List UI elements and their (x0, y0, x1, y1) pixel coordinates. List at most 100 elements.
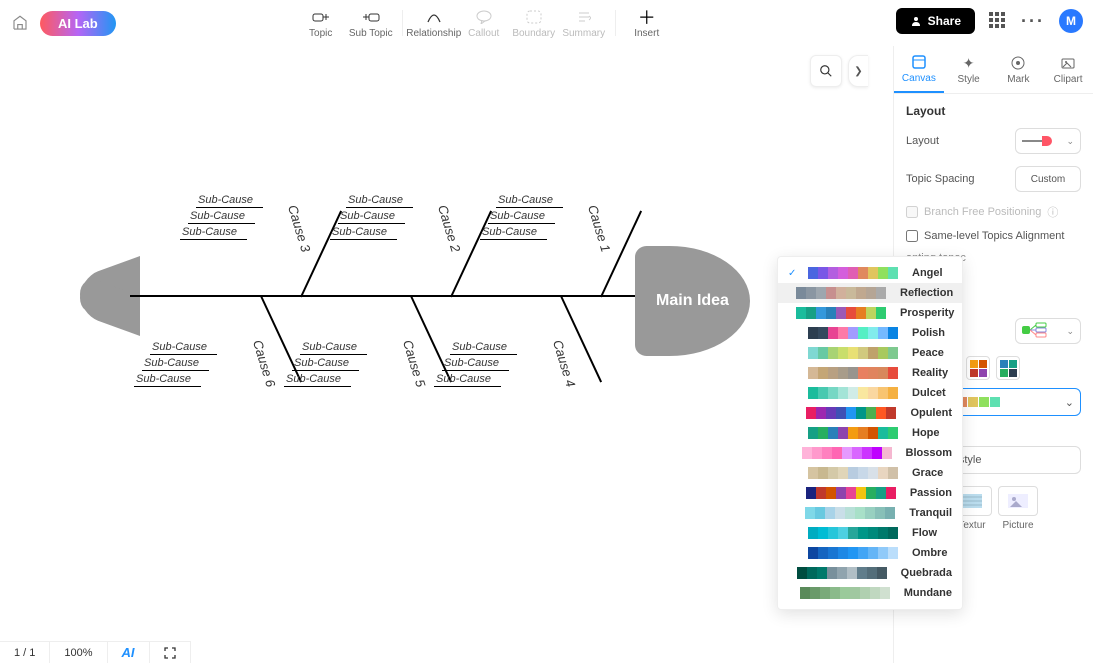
clipart-tab-icon (1059, 54, 1077, 72)
subs-c4[interactable]: Sub-CauseSub-CauseSub-Cause (450, 341, 517, 387)
cause-3[interactable]: Cause 3 (285, 203, 314, 254)
cause-4[interactable]: Cause 4 (550, 338, 579, 389)
theme-item-dulcet[interactable]: Dulcet (778, 383, 962, 403)
topic-icon (312, 8, 330, 26)
theme-item-polish[interactable]: Polish (778, 323, 962, 343)
panel-collapse-button[interactable]: ❯ (848, 55, 868, 87)
theme-item-passion[interactable]: Passion (778, 483, 962, 503)
bg-picture-option[interactable]: Picture (998, 486, 1038, 531)
summary-icon (575, 8, 593, 26)
tab-clipart[interactable]: Clipart (1043, 46, 1093, 93)
theme-item-quebrada[interactable]: Quebrada (778, 563, 962, 583)
theme-name: Blossom (906, 447, 952, 459)
theme-item-opulent[interactable]: Opulent (778, 403, 962, 423)
cause-6[interactable]: Cause 6 (250, 338, 279, 389)
theme-name: Hope (912, 427, 940, 439)
theme-name: Passion (910, 487, 952, 499)
home-icon[interactable] (10, 13, 30, 33)
chevron-down-icon: ⌄ (1066, 136, 1074, 147)
tab-style[interactable]: ✦ Style (944, 46, 994, 93)
theme-name: Opulent (910, 407, 952, 419)
color-variant-4[interactable] (996, 356, 1020, 380)
theme-name: Polish (912, 327, 945, 339)
info-icon: ⓘ (1047, 204, 1058, 220)
callout-icon (475, 8, 493, 26)
mindmap-mini-icon (1022, 322, 1050, 340)
fish-spine (130, 295, 650, 297)
subs-c1[interactable]: Sub-CauseSub-CauseSub-Cause (480, 194, 563, 240)
topic-spacing-dropdown[interactable]: Custom (1015, 166, 1081, 192)
theme-name: Dulcet (912, 387, 946, 399)
theme-item-prosperity[interactable]: Prosperity (778, 303, 962, 323)
color-variant-3[interactable] (966, 356, 990, 380)
apps-grid-icon[interactable] (989, 12, 1007, 30)
chevron-down-icon: ⌄ (1066, 326, 1074, 337)
cause-1[interactable]: Cause 1 (585, 203, 614, 254)
fullscreen-icon (164, 647, 176, 659)
theme-name: Flow (912, 527, 937, 539)
tab-canvas[interactable]: Canvas (894, 46, 944, 93)
insert-tool[interactable]: ＋ Insert (622, 4, 672, 42)
theme-name: Angel (912, 267, 943, 279)
ai-lab-button[interactable]: AI Lab (40, 11, 116, 36)
style-tab-icon: ✦ (960, 54, 978, 72)
check-icon: ✓ (788, 268, 800, 279)
theme-item-tranquil[interactable]: Tranquil (778, 503, 962, 523)
tab-mark[interactable]: Mark (994, 46, 1044, 93)
theme-popup[interactable]: ✓ Angel Reflection Prosperity Polish Peace Rea… (777, 256, 963, 610)
theme-item-angel[interactable]: ✓ Angel (778, 263, 962, 283)
plus-icon: ＋ (638, 8, 656, 26)
mindmap-style-dropdown[interactable]: ⌄ (1015, 318, 1081, 344)
search-button[interactable] (810, 55, 842, 87)
boundary-tool: Boundary (509, 4, 559, 42)
fishbone-mini-icon (1022, 133, 1052, 149)
theme-name: Peace (912, 347, 944, 359)
chevron-down-icon: ⌄ (1065, 396, 1074, 409)
layout-section-title: Layout (906, 104, 1081, 118)
subs-c5[interactable]: Sub-CauseSub-CauseSub-Cause (300, 341, 367, 387)
theme-item-reality[interactable]: Reality (778, 363, 962, 383)
subs-c2[interactable]: Sub-CauseSub-CauseSub-Cause (330, 194, 413, 240)
user-avatar[interactable]: M (1059, 9, 1083, 33)
theme-name: Ombre (912, 547, 947, 559)
layout-dropdown[interactable]: ⌄ (1015, 128, 1081, 154)
theme-item-reflection[interactable]: Reflection (778, 283, 962, 303)
relationship-icon (425, 8, 443, 26)
topic-spacing-label: Topic Spacing (906, 173, 975, 185)
subtopic-tool[interactable]: Sub Topic (346, 4, 396, 42)
theme-name: Quebrada (901, 567, 952, 579)
theme-item-peace[interactable]: Peace (778, 343, 962, 363)
theme-item-mundane[interactable]: Mundane (778, 583, 962, 603)
theme-item-blossom[interactable]: Blossom (778, 443, 962, 463)
subs-c3[interactable]: Sub-CauseSub-CauseSub-Cause (180, 194, 263, 240)
mark-tab-icon (1009, 54, 1027, 72)
subtopic-icon (362, 8, 380, 26)
relationship-tool[interactable]: Relationship (409, 4, 459, 42)
chevron-right-icon: ❯ (854, 66, 862, 77)
share-button[interactable]: Share (896, 8, 975, 34)
cause-5[interactable]: Cause 5 (400, 338, 429, 389)
summary-tool: Summary (559, 4, 609, 42)
theme-item-ombre[interactable]: Ombre (778, 543, 962, 563)
fullscreen-button[interactable] (150, 642, 191, 663)
theme-name: Reality (912, 367, 948, 379)
callout-tool: Callout (459, 4, 509, 42)
page-indicator[interactable]: 1 / 1 (0, 642, 50, 663)
fishbone-diagram: Cause 1 Cause 2 Cause 3 Cause 4 Cause 5 … (80, 156, 780, 456)
same-level-checkbox[interactable]: Same-level Topics Alignment (906, 230, 1081, 242)
main-idea-node[interactable]: Main Idea (635, 246, 750, 356)
theme-name: Grace (912, 467, 943, 479)
zoom-level[interactable]: 100% (50, 642, 107, 663)
more-icon[interactable]: ··· (1021, 11, 1045, 32)
boundary-icon (525, 8, 543, 26)
theme-name: Reflection (900, 287, 953, 299)
theme-item-flow[interactable]: Flow (778, 523, 962, 543)
ai-button[interactable]: AI (108, 642, 150, 663)
theme-item-grace[interactable]: Grace (778, 463, 962, 483)
theme-item-hope[interactable]: Hope (778, 423, 962, 443)
cause-2[interactable]: Cause 2 (435, 203, 464, 254)
subs-c6[interactable]: Sub-CauseSub-CauseSub-Cause (150, 341, 217, 387)
canvas-tab-icon (910, 53, 928, 71)
topic-tool[interactable]: Topic (296, 4, 346, 42)
theme-name: Tranquil (909, 507, 952, 519)
